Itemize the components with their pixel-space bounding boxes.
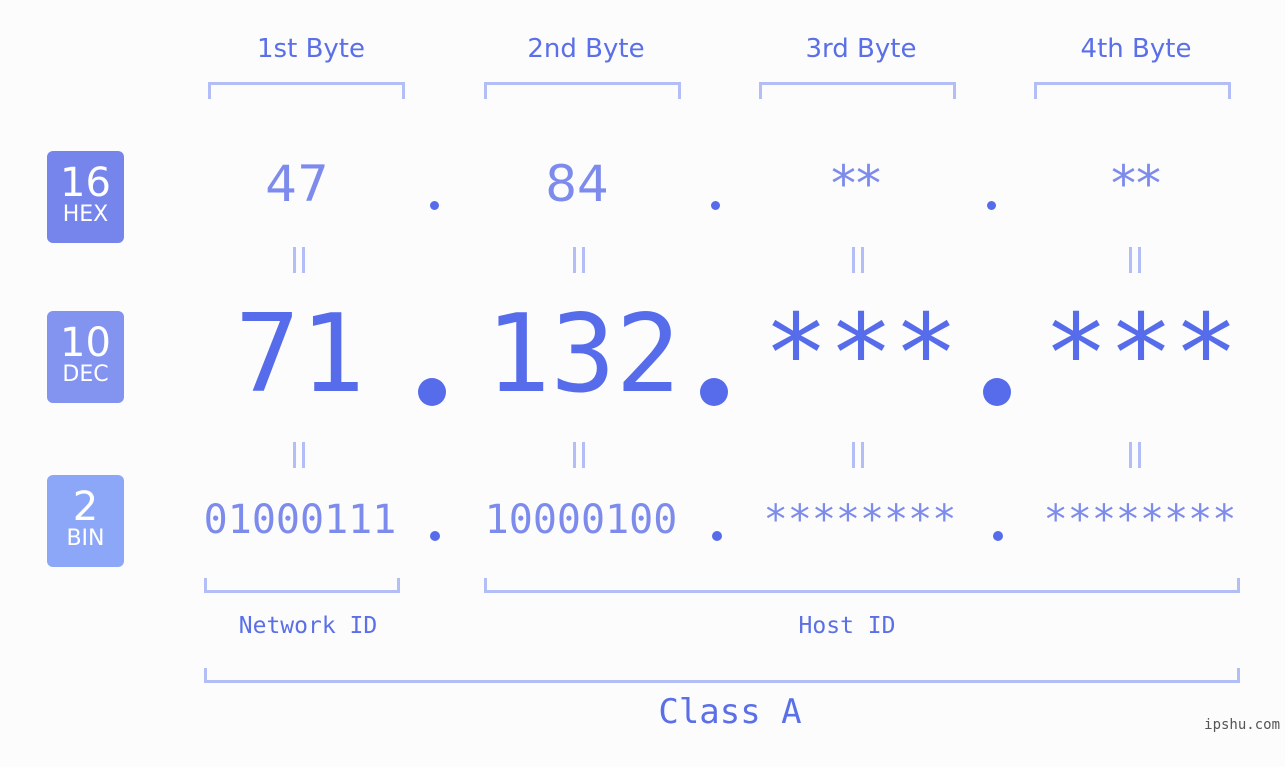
bin-dot-1 [430,531,440,541]
dec-byte-1: 71 [234,292,366,417]
hex-base: 16 [60,160,111,206]
equals-icon [293,442,305,468]
equals-icon [852,442,864,468]
byte-header-1: 1st Byte [257,34,365,64]
dec-byte-3: *** [763,292,959,417]
dec-dot-1 [418,378,446,406]
hex-dot-2 [711,201,720,210]
hex-byte-1: 47 [265,155,329,213]
hex-byte-4: ** [1111,155,1161,213]
dec-base: 10 [60,320,111,366]
equals-icon [1129,247,1141,273]
hex-label: HEX [62,202,109,227]
bin-label: BIN [66,526,105,551]
hex-badge: 16 HEX [47,151,124,243]
byte-bracket-2 [484,82,681,99]
bin-byte-4: ******** [1043,497,1237,543]
dec-badge: 10 DEC [47,311,124,403]
byte-bracket-1 [208,82,405,99]
dec-byte-4: *** [1043,292,1239,417]
host-id-label: Host ID [798,613,896,639]
byte-header-4: 4th Byte [1080,34,1192,64]
equals-icon [573,247,585,273]
bin-dot-3 [993,531,1003,541]
byte-header-3: 3rd Byte [805,34,917,64]
dec-dot-2 [700,378,728,406]
byte-bracket-3 [759,82,956,99]
bin-dot-2 [712,531,722,541]
byte-bracket-4 [1034,82,1231,99]
host-id-bracket [484,578,1240,593]
equals-icon [852,247,864,273]
equals-icon [293,247,305,273]
class-bracket [204,668,1240,683]
bin-badge: 2 BIN [47,475,124,567]
bin-base: 2 [72,484,99,530]
equals-icon [1129,442,1141,468]
hex-dot-3 [987,201,996,210]
watermark: ipshu.com [1204,717,1280,733]
dec-byte-2: 132 [485,292,681,417]
hex-dot-1 [430,201,439,210]
bin-byte-1: 01000111 [203,497,397,543]
byte-header-2: 2nd Byte [527,34,645,64]
dec-label: DEC [62,362,109,387]
network-id-bracket [204,578,400,593]
network-id-label: Network ID [238,613,378,639]
hex-byte-3: ** [831,155,881,213]
bin-byte-2: 10000100 [484,497,678,543]
dec-dot-3 [983,378,1011,406]
class-label: Class A [658,692,802,732]
equals-icon [573,442,585,468]
hex-byte-2: 84 [545,155,609,213]
bin-byte-3: ******** [763,497,957,543]
